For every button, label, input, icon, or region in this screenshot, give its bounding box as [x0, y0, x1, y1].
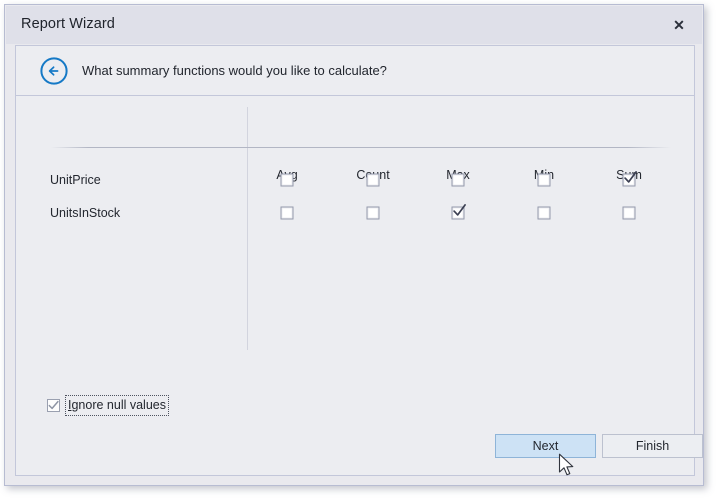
report-wizard-window: Report Wizard ✕ What summary functions w…: [4, 4, 704, 486]
ignore-null-values-label: Ignore null values: [68, 398, 166, 412]
ignore-null-label-rest: gnore null values: [71, 398, 166, 412]
ignore-null-values-focus-rect: Ignore null values: [65, 395, 169, 416]
check-icon: [48, 400, 59, 410]
ignore-null-values-box[interactable]: [47, 399, 60, 412]
checkbox-unitsinstock-avg[interactable]: [280, 206, 294, 220]
summary-functions-grid: AvgCountMaxMinSum UnitPriceUnitsInStock: [16, 97, 694, 475]
check-icon: [624, 171, 637, 183]
back-circle-arrow-icon: [40, 57, 68, 85]
back-button[interactable]: [39, 56, 69, 86]
checkbox-unitsinstock-min[interactable]: [537, 206, 551, 220]
finish-button[interactable]: Finish: [602, 434, 703, 458]
checkbox-unitprice-min[interactable]: [537, 173, 551, 187]
checkbox-unitprice-sum[interactable]: [622, 171, 637, 187]
checkbox-unitsinstock-sum[interactable]: [622, 206, 636, 220]
grid-row-label-unitprice: UnitPrice: [50, 173, 101, 187]
wizard-header: What summary functions would you like to…: [16, 46, 694, 96]
checkbox-unitsinstock-max[interactable]: [451, 204, 466, 220]
checkbox-unitsinstock-count[interactable]: [366, 206, 380, 220]
grid-vertical-divider: [247, 107, 248, 350]
checkbox-unitprice-avg[interactable]: [280, 173, 294, 187]
checkbox-unitprice-count[interactable]: [366, 173, 380, 187]
wizard-question: What summary functions would you like to…: [82, 63, 387, 78]
grid-row-label-unitsinstock: UnitsInStock: [50, 206, 121, 220]
close-button[interactable]: ✕: [666, 12, 692, 38]
grid-header-rule: [51, 147, 671, 148]
next-button[interactable]: Next: [495, 434, 596, 458]
ignore-null-values-checkbox[interactable]: Ignore null values: [47, 395, 169, 416]
title-bar: Report Wizard ✕: [6, 6, 702, 44]
window-title: Report Wizard: [21, 16, 115, 32]
close-icon: ✕: [673, 17, 685, 33]
checkbox-unitprice-max[interactable]: [451, 173, 465, 187]
check-icon: [453, 204, 466, 216]
wizard-panel: What summary functions would you like to…: [15, 45, 703, 476]
